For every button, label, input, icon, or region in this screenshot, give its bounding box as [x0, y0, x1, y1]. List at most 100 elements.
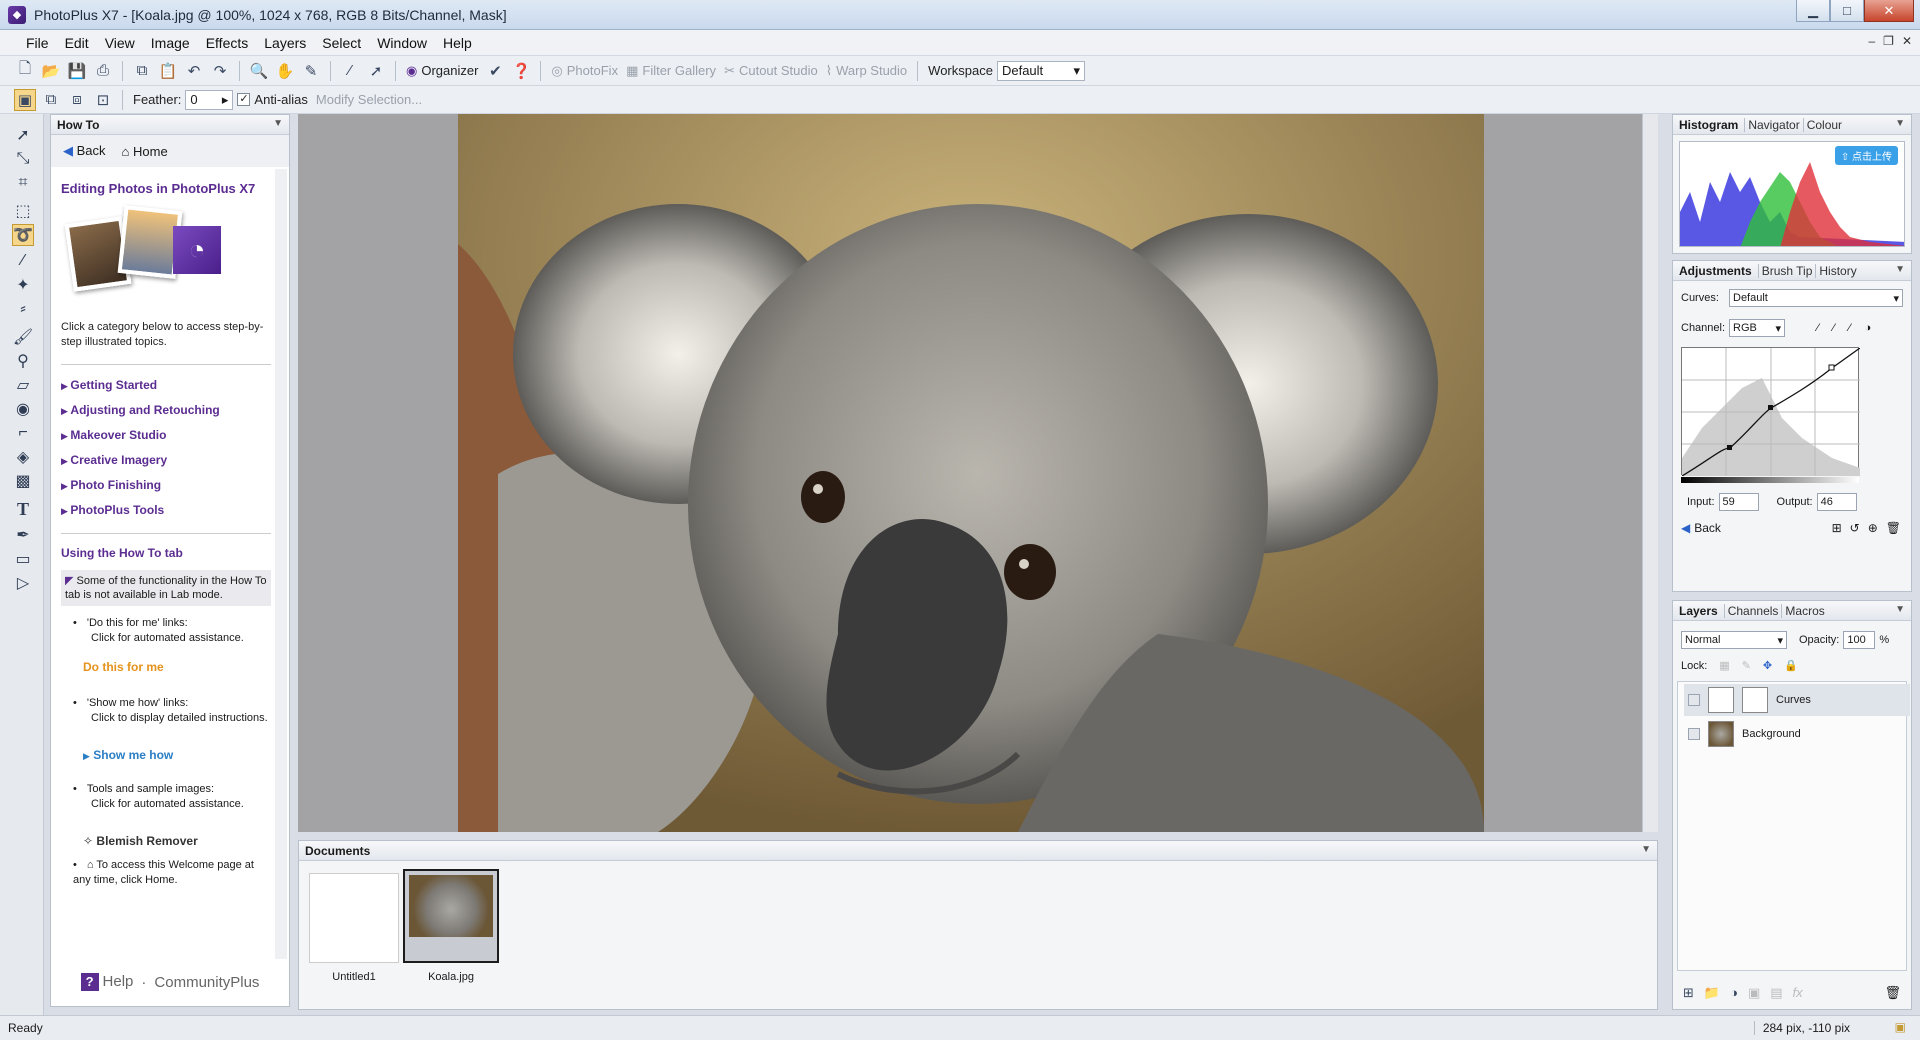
tab-howto[interactable]: How To [57, 118, 99, 132]
add-selection-icon[interactable]: ⧉ [40, 89, 62, 111]
paintbrush-icon[interactable]: 🖌 [12, 326, 34, 348]
category-creative[interactable]: Creative Imagery [61, 448, 271, 473]
curves-graph[interactable] [1681, 347, 1861, 477]
doc-restore-icon[interactable]: ❐ [1883, 34, 1894, 48]
doc-minimize-icon[interactable]: – [1868, 34, 1875, 48]
community-link[interactable]: CommunityPlus [154, 974, 259, 991]
panel-menu-icon[interactable]: ▼ [1641, 844, 1651, 855]
visibility-toggle[interactable] [1688, 728, 1700, 740]
clone-stamp-icon[interactable]: ⚲ [12, 350, 34, 372]
warp-studio-button[interactable]: ⌇ Warp Studio [826, 63, 907, 79]
filter-gallery-button[interactable]: ▦ Filter Gallery [626, 63, 716, 79]
node-edit-icon[interactable]: ▷ [12, 572, 34, 594]
show-me-how-link[interactable]: ▶ Show me how [83, 748, 271, 762]
tab-history[interactable]: History [1815, 263, 1859, 278]
rectangle-select-icon[interactable]: ⬚ [12, 200, 34, 222]
new-layer-icon[interactable]: ⊞ [1683, 985, 1694, 1001]
opacity-input[interactable]: 100 [1843, 631, 1876, 649]
copy-icon[interactable]: ⧉ [131, 60, 153, 82]
lock-position-icon[interactable]: ✥ [1763, 659, 1772, 672]
trash-icon[interactable]: 🗑 [1884, 985, 1901, 1001]
visibility-toggle[interactable] [1688, 694, 1700, 706]
layer-mask-thumbnail[interactable] [1742, 687, 1768, 713]
tab-histogram[interactable]: Histogram [1679, 118, 1738, 132]
menu-window[interactable]: Window [369, 35, 435, 51]
feather-input[interactable]: 0 ▸ [185, 89, 234, 110]
doc-close-icon[interactable]: ✕ [1902, 34, 1912, 48]
adjustments-back-button[interactable]: ◀ Back [1681, 521, 1721, 535]
tab-adjustments[interactable]: Adjustments [1679, 264, 1752, 278]
export-icon[interactable]: ✔ [484, 60, 506, 82]
help-link[interactable]: ? Help [80, 973, 133, 991]
fill-bucket-icon[interactable]: ◈ [12, 446, 34, 468]
lasso-tool-icon[interactable]: ➰ [12, 224, 34, 246]
upload-badge[interactable]: ⇧ 点击上传 [1834, 146, 1898, 165]
category-makeover[interactable]: Makeover Studio [61, 423, 271, 448]
canvas-vertical-scrollbar[interactable] [1642, 114, 1658, 832]
channel-select[interactable]: RGB ▾ [1729, 319, 1785, 337]
adjustment-layer-icon[interactable]: ◑ [1730, 985, 1738, 1001]
crop-tool-icon[interactable]: ⌗ [12, 172, 34, 194]
save-icon[interactable]: 💾 [66, 60, 88, 82]
reset-icon[interactable]: ↺ [1850, 521, 1860, 535]
print-icon[interactable]: ⎙ [92, 60, 114, 82]
output-field[interactable]: 46 [1816, 493, 1857, 511]
curves-preset-select[interactable]: Default ▾ [1729, 289, 1903, 307]
photofix-button[interactable]: ◎ PhotoFix [551, 63, 618, 79]
eyedropper-icon[interactable]: ⁄ [339, 60, 361, 82]
lock-transparency-icon[interactable]: ▦ [1719, 659, 1729, 672]
howto-scrollbar[interactable] [275, 169, 287, 959]
koala-photo[interactable] [458, 114, 1484, 832]
black-point-dropper-icon[interactable]: ⁄ [1817, 322, 1819, 334]
document-thumb-untitled[interactable] [309, 873, 399, 963]
minimize-button[interactable]: ▁ [1796, 0, 1830, 22]
menu-help[interactable]: Help [435, 35, 480, 51]
new-selection-icon[interactable]: ▣ [14, 88, 36, 111]
gray-point-dropper-icon[interactable]: ⁄ [1833, 322, 1835, 334]
tab-colour[interactable]: Colour [1802, 117, 1845, 132]
transform-tool-icon[interactable]: ⤡ [12, 148, 34, 170]
color-pickup-icon[interactable]: ⸗ [12, 298, 34, 320]
shape-tool-icon[interactable]: ▭ [12, 548, 34, 570]
paste-icon[interactable]: 📋 [157, 60, 179, 82]
open-folder-icon[interactable]: 📂 [40, 60, 62, 82]
new-adjustment-icon[interactable]: ⊕ [1868, 521, 1878, 535]
pen-tool-icon[interactable]: ✒ [12, 524, 34, 546]
category-getting-started[interactable]: Getting Started [61, 373, 271, 398]
panel-menu-icon[interactable]: ▼ [1895, 604, 1905, 615]
help-icon[interactable]: ❓ [510, 60, 532, 82]
panel-menu-icon[interactable]: ▼ [273, 118, 283, 129]
tab-navigator[interactable]: Navigator [1744, 117, 1802, 132]
contrast-icon[interactable]: ◑ [1865, 322, 1872, 334]
undo-icon[interactable]: ↶ [183, 60, 205, 82]
layer-row-background[interactable]: Background [1684, 718, 1910, 750]
selection-brush-icon[interactable]: ✦ [12, 274, 34, 296]
move-tool-icon[interactable]: ➚ [12, 124, 34, 146]
white-point-dropper-icon[interactable]: ⁄ [1849, 322, 1851, 334]
tab-documents[interactable]: Documents [305, 844, 370, 858]
subtract-selection-icon[interactable]: ⧈ [66, 89, 88, 111]
eraser-icon[interactable]: ▱ [12, 374, 34, 396]
warp-tool-icon[interactable]: ▩ [12, 470, 34, 492]
hand-icon[interactable]: ✋ [274, 60, 296, 82]
input-field[interactable]: 59 [1718, 493, 1759, 511]
menu-edit[interactable]: Edit [57, 35, 97, 51]
menu-view[interactable]: View [97, 35, 143, 51]
new-group-icon[interactable]: 📁 [1704, 985, 1720, 1001]
status-layout-icon[interactable]: ▣ [1895, 1020, 1906, 1034]
text-tool-icon[interactable]: T [12, 498, 34, 520]
organizer-button[interactable]: ◉ Organizer [406, 63, 478, 79]
blend-mode-select[interactable]: Normal ▾ [1681, 631, 1787, 649]
menu-effects[interactable]: Effects [198, 35, 257, 51]
layer-row-curves[interactable]: Curves [1684, 684, 1910, 716]
tab-macros[interactable]: Macros [1781, 603, 1827, 618]
brush-icon[interactable]: ✎ [300, 60, 322, 82]
menu-layers[interactable]: Layers [256, 35, 314, 51]
howto-home-button[interactable]: ⌂ Home [122, 144, 168, 159]
antialias-checkbox[interactable]: ✓ [237, 93, 251, 106]
do-this-for-me-link[interactable]: Do this for me [83, 660, 271, 674]
lock-pixels-icon[interactable]: ✎ [1742, 659, 1751, 672]
canvas-area[interactable] [298, 114, 1658, 832]
tab-channels[interactable]: Channels [1723, 603, 1782, 618]
modify-selection-button[interactable]: Modify Selection... [316, 92, 422, 107]
